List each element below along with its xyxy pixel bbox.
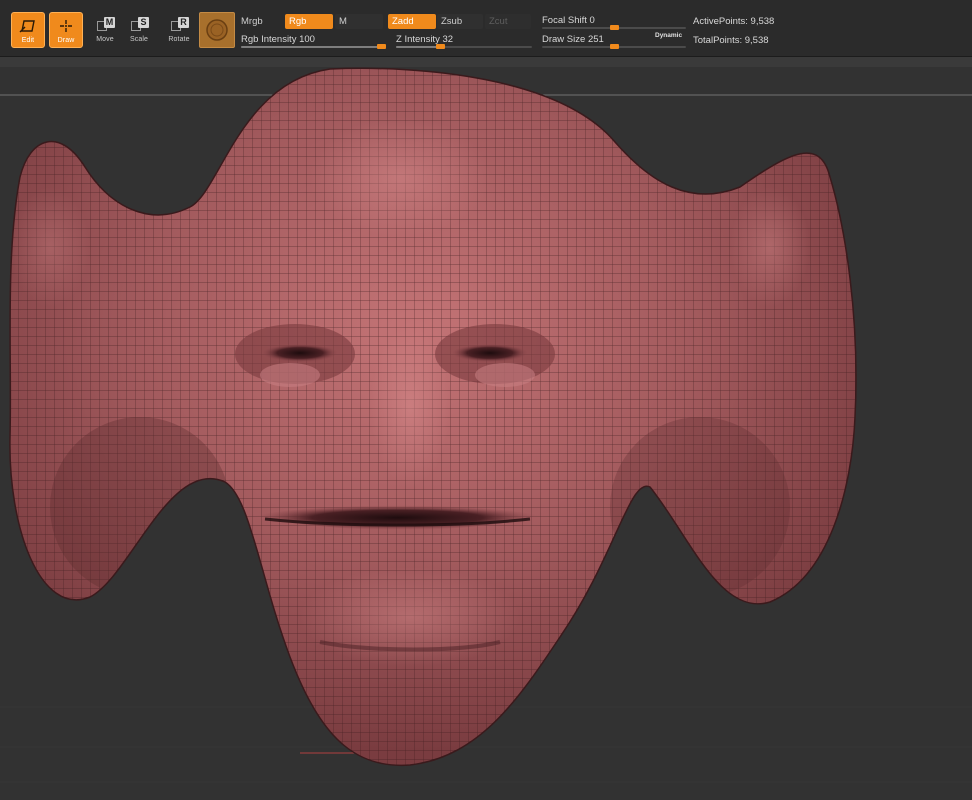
zbrush-window: Edit Draw M Move S Scale R Rotate Mrgb R… (0, 0, 972, 800)
mrgb-toggle[interactable]: Mrgb (241, 16, 263, 27)
rgb-intensity-label: Rgb Intensity (241, 34, 297, 45)
material-sphere-icon (206, 19, 228, 41)
move-label: Move (96, 36, 114, 43)
scale-icon: S (128, 15, 150, 35)
draw-icon (55, 16, 77, 36)
edit-button[interactable]: Edit (11, 12, 45, 48)
rgb-intensity-fill (241, 46, 386, 48)
focal-shift-slider[interactable]: Focal Shift 0 (542, 15, 686, 30)
draw-size-label: Draw Size (542, 34, 586, 45)
focal-shift-value: 0 (589, 15, 595, 26)
draw-label: Draw (57, 37, 75, 44)
move-icon: M (94, 15, 116, 35)
zadd-toggle[interactable]: Zadd (388, 14, 436, 29)
focal-shift-knob[interactable] (610, 25, 619, 30)
head-mesh[interactable] (0, 57, 972, 800)
rotate-label: Rotate (168, 36, 190, 43)
edit-icon (17, 16, 39, 36)
z-intensity-slider[interactable]: Z Intensity 32 (396, 34, 532, 49)
move-button[interactable]: M Move (88, 12, 122, 48)
draw-button[interactable]: Draw (49, 12, 83, 48)
z-intensity-knob[interactable] (436, 44, 445, 49)
zcut-toggle[interactable]: Zcut (485, 14, 531, 29)
sculpt-mesh-view[interactable] (0, 57, 972, 800)
rgb-intensity-value: 100 (299, 34, 315, 45)
rgb-intensity-knob[interactable] (377, 44, 386, 49)
total-points-readout: TotalPoints: 9,538 (693, 35, 769, 46)
rotate-button[interactable]: R Rotate (162, 12, 196, 48)
rgb-intensity-slider[interactable]: Rgb Intensity 100 (241, 34, 386, 49)
draw-size-value: 251 (587, 34, 604, 45)
z-intensity-label: Z Intensity (396, 34, 440, 45)
z-intensity-fill (396, 46, 440, 48)
material-swatch[interactable] (199, 12, 235, 48)
focal-shift-label: Focal Shift (542, 15, 587, 26)
scale-button[interactable]: S Scale (122, 12, 156, 48)
edit-label: Edit (21, 37, 35, 44)
scale-label: Scale (129, 36, 148, 43)
top-shelf: Edit Draw M Move S Scale R Rotate Mrgb R… (0, 0, 972, 57)
document-canvas[interactable] (0, 57, 972, 800)
rotate-icon: R (168, 15, 190, 35)
draw-size-knob[interactable] (610, 44, 619, 49)
zsub-toggle[interactable]: Zsub (437, 14, 483, 29)
rgb-toggle[interactable]: Rgb (285, 14, 333, 29)
m-toggle[interactable]: M (335, 14, 383, 29)
active-points-readout: ActivePoints: 9,538 (693, 16, 775, 27)
dynamic-toggle[interactable]: Dynamic (655, 32, 682, 39)
